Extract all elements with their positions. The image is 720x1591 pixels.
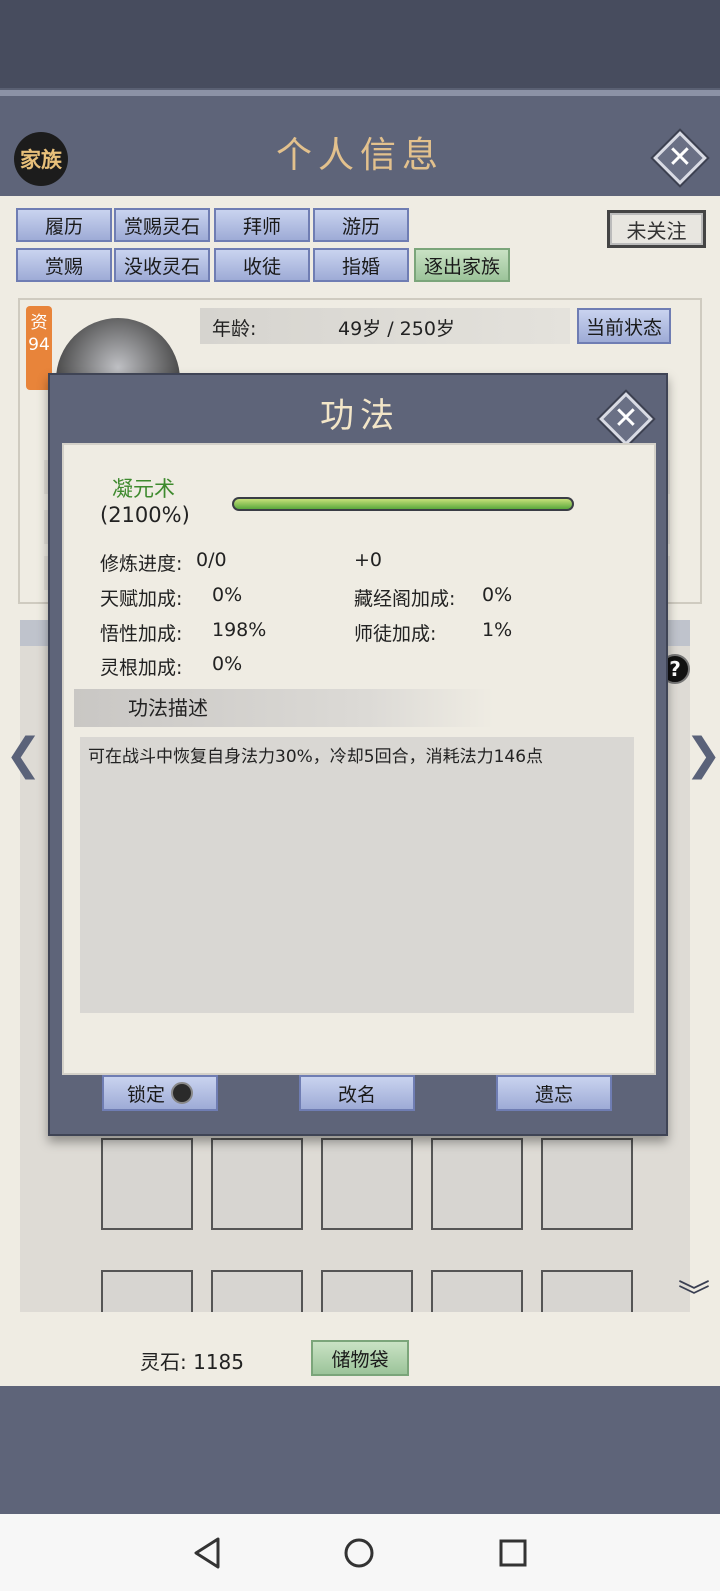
tab-apprentice[interactable]: 拜师 xyxy=(214,208,310,242)
tab-reward[interactable]: 赏赐 xyxy=(16,248,112,282)
tab-reward-stones[interactable]: 赏赐灵石 xyxy=(114,208,210,242)
inventory-slot[interactable] xyxy=(321,1138,413,1230)
modal-close-button[interactable]: ✕ xyxy=(598,391,654,447)
rename-button[interactable]: 改名 xyxy=(299,1075,415,1111)
previous-arrow-icon[interactable]: ❮ xyxy=(5,730,42,780)
inventory-slot[interactable] xyxy=(541,1138,633,1230)
age-row: 年龄: 49岁 / 250岁 xyxy=(200,308,570,344)
inventory-slot[interactable] xyxy=(321,1270,413,1312)
spirit-stones-count: 灵石: 1185 xyxy=(140,1350,244,1374)
inventory-slot[interactable] xyxy=(101,1270,193,1312)
skill-percent: (2100%) xyxy=(100,503,190,527)
bottom-band xyxy=(0,1386,720,1514)
back-nav-icon[interactable] xyxy=(182,1528,232,1578)
mentor-value: 1% xyxy=(482,619,513,641)
tab-arrange-marriage[interactable]: 指婚 xyxy=(313,248,409,282)
tab-resume[interactable]: 履历 xyxy=(16,208,112,242)
talent-label: 天赋加成: xyxy=(100,588,183,610)
root-value: 0% xyxy=(212,653,243,675)
skill-modal: 功法 ✕ 凝元术 (2100%) 修炼进度: 0/0 +0 天赋加成: 0% 藏… xyxy=(48,373,668,1136)
mentor-label: 师徒加成: xyxy=(354,623,437,645)
inventory-slot[interactable] xyxy=(211,1138,303,1230)
cultivation-bonus: +0 xyxy=(354,549,383,571)
system-nav-bar xyxy=(0,1514,720,1591)
close-icon: ✕ xyxy=(613,401,639,436)
lock-toggle-icon xyxy=(171,1082,193,1104)
root-label: 灵根加成: xyxy=(100,657,183,679)
skill-name: 凝元术 xyxy=(112,477,175,501)
modal-title: 功法 xyxy=(320,396,400,436)
forget-button[interactable]: 遗忘 xyxy=(496,1075,612,1111)
family-button[interactable]: 家族 xyxy=(14,132,68,186)
inventory-slot[interactable] xyxy=(541,1270,633,1312)
next-arrow-icon[interactable]: ❯ xyxy=(685,730,720,780)
expel-button[interactable]: 逐出家族 xyxy=(414,248,510,282)
top-strip xyxy=(0,0,720,92)
close-icon: ✕ xyxy=(667,140,693,175)
insight-value: 198% xyxy=(212,619,267,641)
modal-content: 凝元术 (2100%) 修炼进度: 0/0 +0 天赋加成: 0% 藏经阁加成:… xyxy=(62,443,656,1075)
age-label: 年龄: xyxy=(212,318,257,340)
close-button[interactable]: ✕ xyxy=(652,130,708,186)
current-status-button[interactable]: 当前状态 xyxy=(577,308,671,344)
cultivation-label: 修炼进度: xyxy=(100,553,183,575)
skill-progress-fill xyxy=(234,499,572,509)
quality-label: 资 xyxy=(30,313,48,333)
recents-nav-icon[interactable] xyxy=(488,1528,538,1578)
skill-progress-bar xyxy=(232,497,574,511)
tab-take-disciple[interactable]: 收徒 xyxy=(214,248,310,282)
inventory-slot[interactable] xyxy=(211,1270,303,1312)
lock-button[interactable]: 锁定 xyxy=(102,1075,218,1111)
page-title: 个人信息 xyxy=(275,135,444,176)
talent-value: 0% xyxy=(212,584,243,606)
tab-travel[interactable]: 游历 xyxy=(313,208,409,242)
inventory-slot[interactable] xyxy=(431,1270,523,1312)
library-value: 0% xyxy=(482,584,513,606)
top-border xyxy=(0,88,720,96)
follow-button[interactable]: 未关注 xyxy=(607,210,706,248)
description-header: 功法描述 xyxy=(74,689,494,727)
tab-confiscate-stones[interactable]: 没收灵石 xyxy=(114,248,210,282)
lock-label: 锁定 xyxy=(126,1083,165,1106)
home-nav-icon[interactable] xyxy=(334,1528,384,1578)
inventory-slot[interactable] xyxy=(101,1138,193,1230)
quality-value: 94 xyxy=(28,335,50,355)
insight-label: 悟性加成: xyxy=(100,623,183,645)
scroll-down-icon[interactable]: ︾ xyxy=(674,1276,714,1316)
age-value: 49岁 / 250岁 xyxy=(338,318,455,340)
library-label: 藏经阁加成: xyxy=(354,588,456,610)
description-text: 可在战斗中恢复自身法力30%，冷却5回合，消耗法力146点 xyxy=(80,737,634,1013)
cultivation-value: 0/0 xyxy=(196,549,227,571)
inventory-slot[interactable] xyxy=(431,1138,523,1230)
storage-bag-button[interactable]: 储物袋 xyxy=(311,1340,409,1376)
